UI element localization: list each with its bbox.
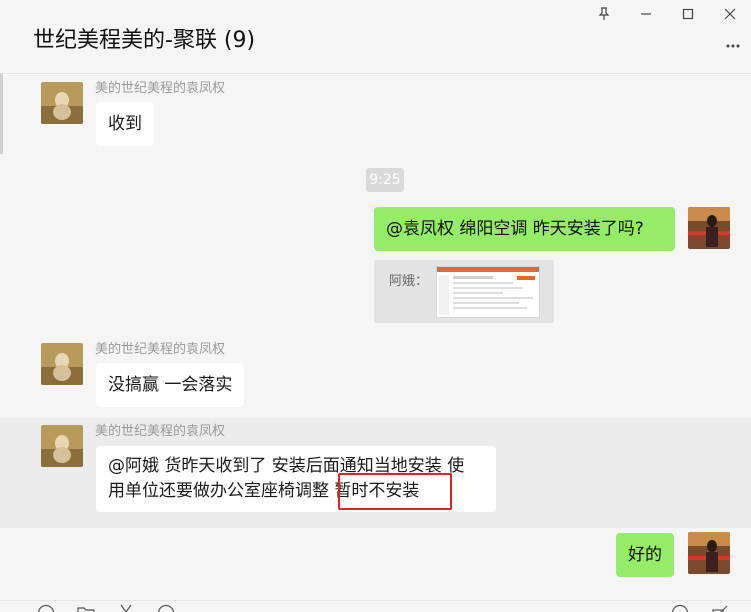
pin-icon[interactable] xyxy=(583,0,625,28)
chat-title: 世纪美程美的-聚联 (9) xyxy=(33,28,256,53)
voice-call-icon[interactable] xyxy=(670,604,690,612)
avatar[interactable] xyxy=(41,343,83,385)
avatar[interactable] xyxy=(688,207,730,249)
avatar[interactable] xyxy=(41,425,83,467)
avatar[interactable] xyxy=(41,82,83,124)
message-bubble-outgoing[interactable]: 好的 xyxy=(616,533,674,577)
highlight-annotation-box xyxy=(338,473,452,510)
message-bubble-outgoing[interactable]: @袁凤权 绵阳空调 昨天安装了吗? xyxy=(374,207,675,251)
close-icon[interactable] xyxy=(709,0,751,28)
message-text: 用单位还要做办公室座椅调整 xyxy=(108,481,335,501)
timestamp: 9:25 xyxy=(366,168,404,192)
video-call-icon[interactable] xyxy=(710,604,730,612)
message-bubble[interactable]: 收到 xyxy=(96,102,154,146)
sender-name: 美的世纪美程的袁凤权 xyxy=(95,424,226,439)
quote-sender: 阿娥： xyxy=(389,274,429,289)
sender-name: 美的世纪美程的袁凤权 xyxy=(95,81,226,96)
scissors-icon[interactable] xyxy=(116,604,136,612)
sender-name: 美的世纪美程的袁凤权 xyxy=(95,342,226,357)
minimize-icon[interactable] xyxy=(625,0,667,28)
window-controls xyxy=(583,0,751,28)
chat-bubble-icon[interactable] xyxy=(156,604,176,612)
quoted-image-card[interactable]: 阿娥： xyxy=(374,260,554,323)
chat-header: 世纪美程美的-聚联 (9) xyxy=(0,0,751,74)
message-bubble[interactable]: 没搞赢 一会落实 xyxy=(96,363,245,407)
maximize-icon[interactable] xyxy=(667,0,709,28)
input-toolbar xyxy=(0,600,751,612)
folder-icon[interactable] xyxy=(76,604,96,612)
scrollbar[interactable] xyxy=(0,74,3,154)
more-icon[interactable] xyxy=(725,38,741,54)
emoji-icon[interactable] xyxy=(36,604,56,612)
avatar[interactable] xyxy=(688,532,730,574)
screenshot-thumbnail[interactable] xyxy=(436,266,540,318)
